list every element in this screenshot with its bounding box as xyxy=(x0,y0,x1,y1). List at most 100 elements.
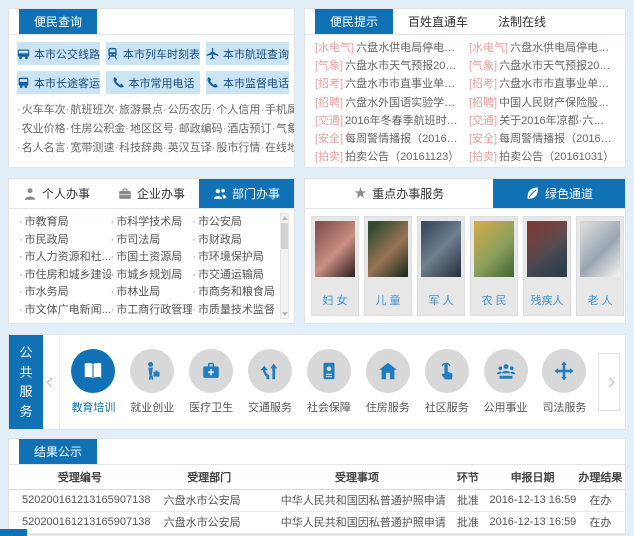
department-link[interactable]: 市科学技术局 xyxy=(111,214,193,232)
department-link[interactable]: 市城乡规划局 xyxy=(111,267,193,285)
carousel-next-button[interactable] xyxy=(598,353,620,411)
news-item[interactable]: [招考]六盘水市市直事业单位2016年... xyxy=(469,75,615,93)
department-link[interactable]: 市交通运输局 xyxy=(192,267,274,285)
department-link[interactable]: 市司法局 xyxy=(111,232,193,250)
department-link[interactable]: 市教育局 xyxy=(19,214,111,232)
department-link[interactable]: 市商务和粮食局 xyxy=(192,284,274,302)
quick-link[interactable]: 英汉互译 xyxy=(163,139,212,158)
tab-label: 个人办事 xyxy=(42,185,90,202)
table-row[interactable]: 5202001612131659071380 六盘水市公安局 中华人民共和国因私… xyxy=(9,511,625,533)
supervision-phone-button[interactable]: 本市监督电话 xyxy=(206,71,289,94)
quick-link[interactable]: 地区区号 xyxy=(125,120,174,139)
quick-link[interactable]: 公历农历 xyxy=(163,101,212,120)
tab-citizen-express[interactable]: 百姓直通车 xyxy=(393,9,483,34)
news-item[interactable]: [招聘]六盘水外国语实验学校面向全... xyxy=(315,94,461,112)
service-utilities[interactable]: 公用事业 xyxy=(477,349,535,415)
quick-link[interactable]: 火车车次 xyxy=(17,101,66,120)
tab-convenient-query[interactable]: 便民查询 xyxy=(19,9,97,34)
carousel-prev-button[interactable] xyxy=(43,335,60,429)
tab-key-services[interactable]: ★ 重点办事服务 xyxy=(305,179,493,208)
news-item[interactable]: [交通]关于2016年凉都·六盘水夏季... xyxy=(469,112,615,130)
tab-law-online[interactable]: 法制在线 xyxy=(483,9,561,34)
department-link[interactable]: 市林业局 xyxy=(111,284,193,302)
news-item[interactable]: [水电气]六盘水供电局停电公告（20161... xyxy=(315,39,461,57)
tab-results[interactable]: 结果公示 xyxy=(19,439,97,464)
table-row[interactable]: 5202001612131659071383 六盘水市公安局 中华人民共和国因私… xyxy=(9,489,625,511)
scroll-down-arrow-icon[interactable] xyxy=(282,312,288,316)
service-community[interactable]: 社区服务 xyxy=(418,349,476,415)
bus-lines-button[interactable]: 本市公交线路 xyxy=(17,42,100,65)
news-title: 六盘水外国语实验学校面向全... xyxy=(345,94,461,112)
department-link[interactable]: 市环境保护局 xyxy=(192,249,274,267)
quick-link[interactable]: 在线地图 xyxy=(260,139,295,158)
service-education[interactable]: 教育培训 xyxy=(64,349,122,415)
quick-link[interactable]: 航班班次 xyxy=(66,101,115,120)
card-disabled[interactable]: 残疾人 xyxy=(523,216,571,316)
department-link[interactable]: 市财政局 xyxy=(192,232,274,250)
department-link[interactable]: 市民政局 xyxy=(19,232,111,250)
news-item[interactable]: [水电气]六盘水供电局停电公告（20161... xyxy=(469,39,615,57)
quick-link[interactable]: 名人名言 xyxy=(17,139,66,158)
news-item[interactable]: [交通]2016年冬春季航班时刻表(2016... xyxy=(315,112,461,130)
service-label: 司法服务 xyxy=(535,399,593,415)
service-employment[interactable]: 就业创业 xyxy=(123,349,181,415)
quick-link[interactable]: 手机属地 xyxy=(260,101,295,120)
news-tag: [拍卖] xyxy=(315,148,343,166)
card-military[interactable]: 军 人 xyxy=(417,216,465,316)
news-item[interactable]: [气象]六盘水市天气预报2016年12月13日 xyxy=(315,57,461,75)
department-link[interactable]: 市文体广电新闻... xyxy=(19,302,111,320)
news-title: 六盘水市市直事业单位2016年... xyxy=(345,75,461,93)
news-item[interactable]: [安全]每周警情播报（2016年第46周） xyxy=(315,130,461,148)
service-justice[interactable]: 司法服务 xyxy=(535,349,593,415)
department-link[interactable]: 市水务局 xyxy=(19,284,111,302)
quick-link[interactable]: 酒店预订 xyxy=(223,120,272,139)
news-item[interactable]: [招考]六盘水市市直事业单位2016年... xyxy=(315,75,461,93)
news-item[interactable]: [气象]六盘水市天气预报2016年12月12日 xyxy=(469,57,615,75)
card-women[interactable]: 妇 女 xyxy=(311,216,359,316)
service-traffic[interactable]: 交通服务 xyxy=(241,349,299,415)
tab-department-affairs[interactable]: 部门办事 xyxy=(199,179,294,208)
news-item[interactable]: [拍卖]拍卖公告（20161123） xyxy=(315,148,461,166)
quick-link[interactable]: 邮政编码 xyxy=(174,120,223,139)
tab-enterprise-affairs[interactable]: 企业办事 xyxy=(104,179,199,208)
department-link[interactable]: 市质量技术监督局 xyxy=(192,302,274,320)
department-link[interactable]: 市国土资源局 xyxy=(111,249,193,267)
news-item[interactable]: [招聘]中国人民财产保险股份有限公... xyxy=(469,94,615,112)
department-link[interactable]: 市住房和城乡建设局 xyxy=(19,267,111,285)
tab-label: 重点办事服务 xyxy=(372,185,444,202)
service-medical[interactable]: 医疗卫生 xyxy=(182,349,240,415)
scrollbar[interactable] xyxy=(280,213,289,319)
scrollbar-thumb[interactable] xyxy=(281,223,288,249)
employment-icon xyxy=(130,349,174,393)
train-timetable-button[interactable]: 本市列车时刻表 xyxy=(106,42,200,65)
department-link[interactable]: 市工商行政管理局 xyxy=(111,302,193,320)
card-children[interactable]: 儿 童 xyxy=(364,216,412,316)
service-social-security[interactable]: 社会保障 xyxy=(300,349,358,415)
news-item[interactable]: [拍卖]拍卖公告（20161031） xyxy=(469,148,615,166)
news-title: 六盘水供电局停电公告（20161... xyxy=(356,39,461,57)
quick-link[interactable]: 个人信用 xyxy=(212,101,261,120)
coach-button[interactable]: 本市长途客运 xyxy=(17,71,100,94)
scroll-up-arrow-icon[interactable] xyxy=(282,216,288,220)
quick-link[interactable]: 科技辞典 xyxy=(114,139,163,158)
news-tag: [招考] xyxy=(469,75,497,93)
quick-link[interactable]: 农业价格 xyxy=(17,120,66,139)
quick-link[interactable]: 气象服务 xyxy=(271,120,295,139)
quick-link[interactable]: 住房公积金 xyxy=(66,120,126,139)
quick-link[interactable]: 旅游景点 xyxy=(114,101,163,120)
card-elderly[interactable]: 老 人 xyxy=(576,216,624,316)
department-link[interactable]: 市人力资源和社... xyxy=(19,249,111,267)
common-phones-button[interactable]: 本市常用电话 xyxy=(106,71,200,94)
news-item[interactable]: [安全]每周警情播报（2016年第45周） xyxy=(469,130,615,148)
tab-tips[interactable]: 便民提示 xyxy=(315,9,393,34)
tab-green-channel[interactable]: 绿色通道 xyxy=(493,179,625,208)
card-farmers[interactable]: 农 民 xyxy=(470,216,518,316)
tab-personal-affairs[interactable]: 个人办事 xyxy=(9,179,104,208)
chevron-left-icon xyxy=(46,377,56,387)
quick-link[interactable]: 股市行情 xyxy=(212,139,261,158)
medical-bag-icon xyxy=(189,349,233,393)
department-link[interactable]: 市公安局 xyxy=(192,214,274,232)
quick-link[interactable]: 宽带测速 xyxy=(66,139,115,158)
service-housing[interactable]: 住房服务 xyxy=(359,349,417,415)
flight-query-button[interactable]: 本市航班查询 xyxy=(206,42,289,65)
